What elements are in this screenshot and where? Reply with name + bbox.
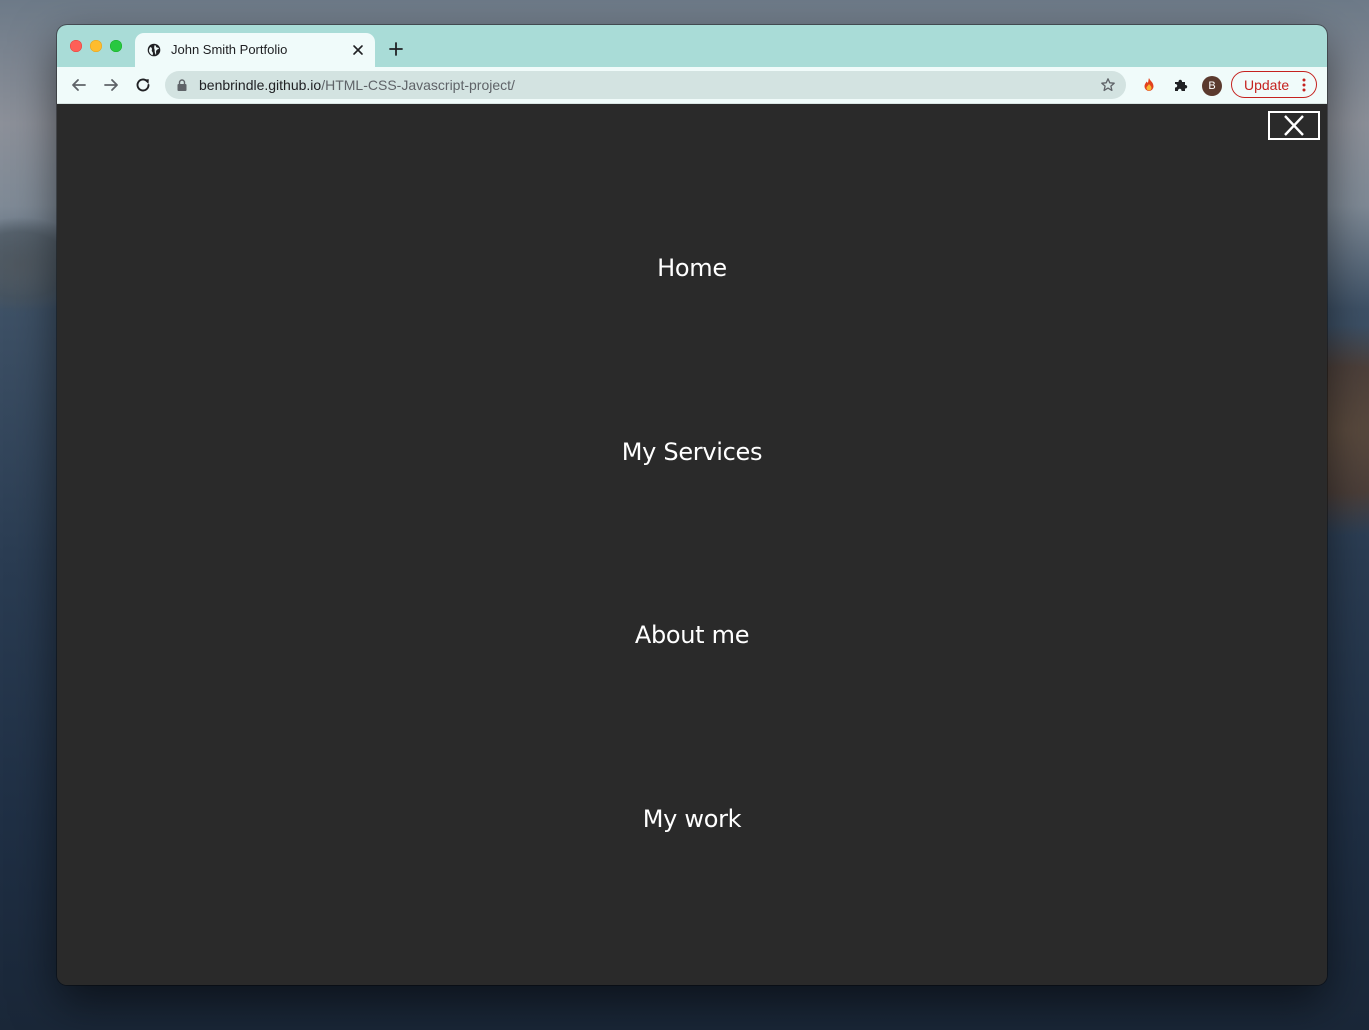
tab-title: John Smith Portfolio — [171, 42, 288, 57]
nav-link-my-work[interactable]: My work — [643, 805, 742, 833]
close-icon — [1284, 115, 1304, 136]
window-close-button[interactable] — [70, 40, 82, 52]
update-label: Update — [1244, 77, 1290, 93]
browser-toolbar: benbrindle.github.io/HTML-CSS-Javascript… — [57, 67, 1327, 104]
url-text[interactable]: benbrindle.github.io/HTML-CSS-Javascript… — [199, 77, 515, 93]
fire-extension-icon[interactable] — [1141, 77, 1157, 93]
back-arrow-icon[interactable] — [69, 75, 89, 95]
forward-arrow-icon[interactable] — [101, 75, 121, 95]
globe-icon — [147, 43, 161, 57]
lock-icon[interactable] — [177, 79, 187, 91]
nav-link-home[interactable]: Home — [657, 254, 727, 282]
address-bar[interactable]: benbrindle.github.io/HTML-CSS-Javascript… — [165, 71, 1126, 99]
nav-item-my-services: My Services — [57, 438, 1327, 466]
page-viewport: Home My Services About me My work — [57, 104, 1327, 985]
update-button[interactable]: Update — [1231, 71, 1317, 98]
nav-item-about-me: About me — [57, 621, 1327, 649]
kebab-menu-icon — [1302, 78, 1306, 92]
nav-item-my-work: My work — [57, 805, 1327, 833]
nav-item-home: Home — [57, 254, 1327, 282]
puzzle-icon[interactable] — [1173, 77, 1189, 93]
url-host: benbrindle.github.io — [199, 77, 322, 93]
avatar[interactable]: B — [1202, 76, 1222, 96]
plus-icon[interactable] — [388, 41, 404, 57]
nav-link-my-services[interactable]: My Services — [622, 438, 763, 466]
window-zoom-button[interactable] — [110, 40, 122, 52]
browser-tab[interactable]: John Smith Portfolio — [135, 33, 375, 67]
tab-strip: John Smith Portfolio — [57, 25, 1327, 67]
url-path: /HTML-CSS-Javascript-project/ — [321, 77, 515, 93]
close-menu-button[interactable] — [1268, 111, 1320, 140]
star-icon[interactable] — [1100, 77, 1116, 93]
reload-icon[interactable] — [133, 75, 153, 95]
window-minimize-button[interactable] — [90, 40, 102, 52]
browser-window: John Smith Portfolio benbrindle.github.i… — [57, 25, 1327, 985]
nav-link-about-me[interactable]: About me — [635, 621, 750, 649]
close-icon[interactable] — [350, 42, 366, 58]
